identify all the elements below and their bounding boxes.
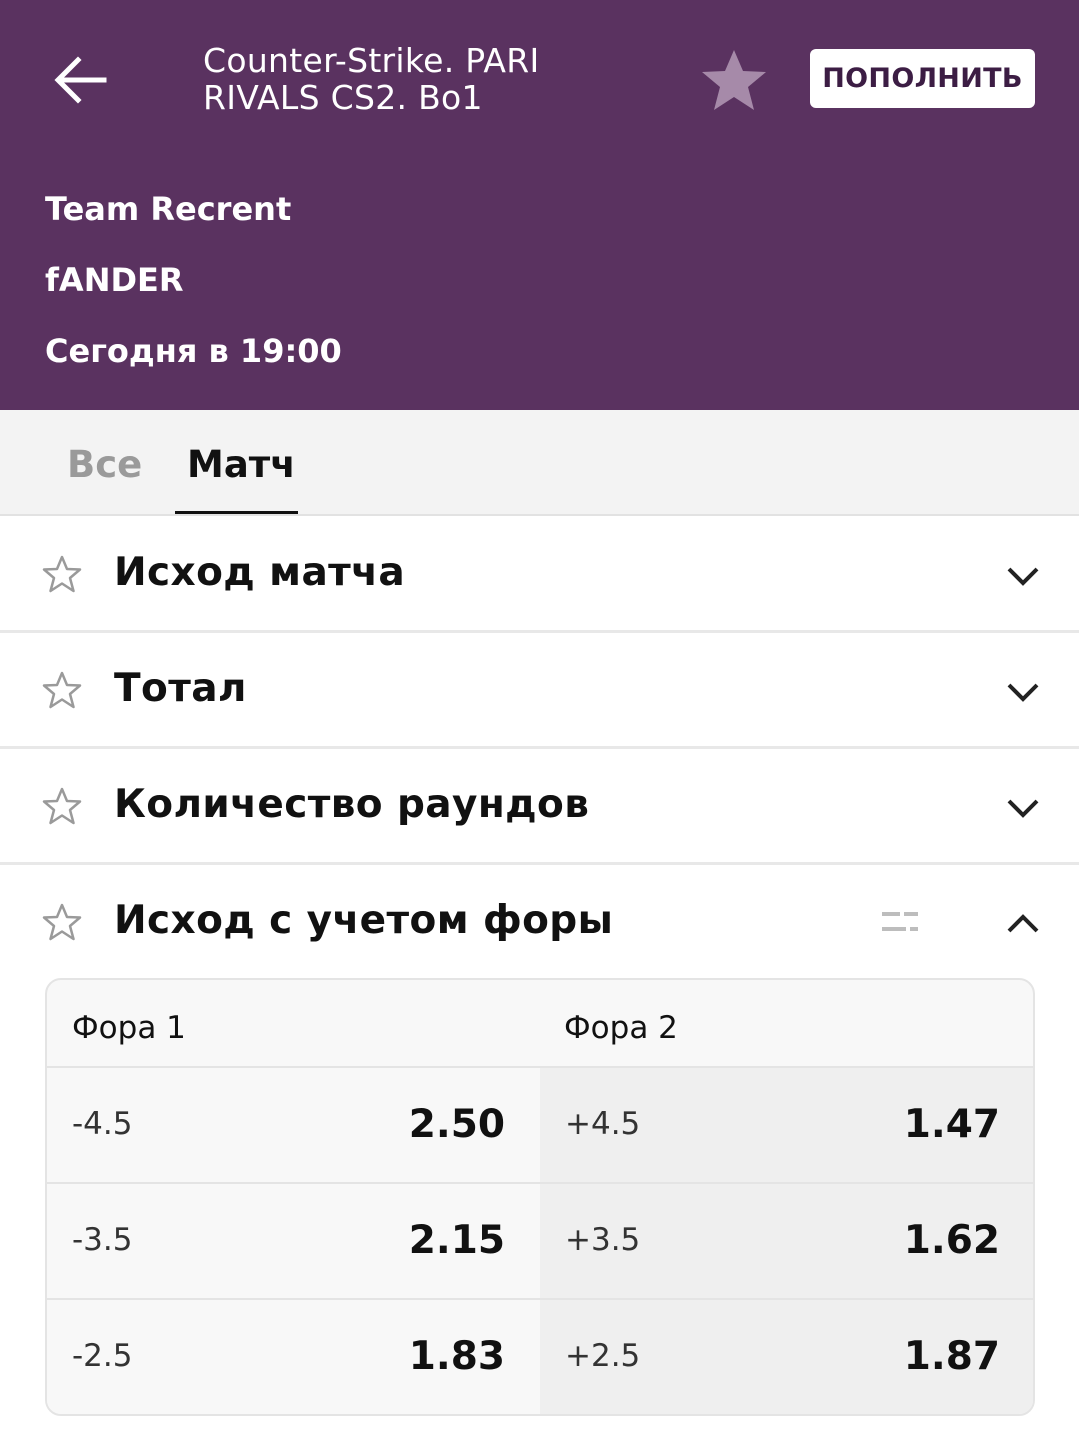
- odds-cell[interactable]: -2.5 1.83: [47, 1300, 540, 1414]
- tab-match[interactable]: Матч: [187, 443, 296, 486]
- coefficient: 2.50: [408, 1102, 505, 1147]
- handicap-value: +4.5: [565, 1106, 641, 1142]
- market-title: Тотал: [114, 666, 247, 711]
- handicap-odds-table: Фора 1 Фора 2 -4.5 2.50 +4.5 1.47 -3.5 2…: [45, 978, 1035, 1416]
- coefficient: 1.62: [903, 1218, 1000, 1263]
- market-rounds-count[interactable]: Количество раундов: [0, 749, 1079, 865]
- team2-name: fANDER: [45, 261, 184, 299]
- column-header-handicap1: Фора 1: [72, 1010, 186, 1046]
- market-title: Количество раундов: [114, 782, 590, 827]
- chevron-up-icon[interactable]: [1003, 903, 1043, 943]
- table-header: Фора 1 Фора 2: [47, 980, 1033, 1068]
- chevron-down-icon[interactable]: [1003, 555, 1043, 595]
- active-tab-indicator: [175, 511, 298, 514]
- odds-cell[interactable]: -4.5 2.50: [47, 1068, 540, 1182]
- handicap-value: -3.5: [72, 1222, 133, 1258]
- match-time: Сегодня в 19:00: [45, 332, 342, 370]
- chevron-down-icon[interactable]: [1003, 671, 1043, 711]
- market-title: Исход матча: [114, 550, 406, 595]
- handicap-value: -2.5: [72, 1338, 133, 1374]
- market-tabs: Все Матч: [0, 410, 1079, 516]
- star-outline-icon[interactable]: [42, 671, 82, 709]
- handicap-value: -4.5: [72, 1106, 133, 1142]
- column-header-handicap2: Фора 2: [564, 1010, 678, 1046]
- market-title: Исход с учетом форы: [114, 898, 614, 943]
- odds-cell[interactable]: -3.5 2.15: [47, 1184, 540, 1298]
- odds-cell[interactable]: +2.5 1.87: [540, 1300, 1033, 1414]
- star-filled-icon: [702, 50, 766, 110]
- market-handicap[interactable]: Исход с учетом форы: [0, 865, 1079, 981]
- page-title: Counter-Strike. PARI RIVALS CS2. Bo1: [203, 41, 540, 117]
- deposit-button[interactable]: ПОПОЛНИТЬ: [810, 49, 1035, 108]
- table-row: -3.5 2.15 +3.5 1.62: [47, 1184, 1033, 1300]
- arrow-left-icon: [54, 56, 107, 104]
- odds-cell[interactable]: +3.5 1.62: [540, 1184, 1033, 1298]
- layout-toggle-icon[interactable]: [878, 901, 922, 945]
- team1-name: Team Recrent: [45, 190, 292, 228]
- back-button[interactable]: [48, 52, 110, 108]
- market-total[interactable]: Тотал: [0, 633, 1079, 749]
- table-row: -4.5 2.50 +4.5 1.47: [47, 1068, 1033, 1184]
- favorite-button[interactable]: [700, 47, 768, 113]
- star-outline-icon[interactable]: [42, 787, 82, 825]
- handicap-value: +3.5: [565, 1222, 641, 1258]
- market-match-result[interactable]: Исход матча: [0, 517, 1079, 633]
- table-row: -2.5 1.83 +2.5 1.87: [47, 1300, 1033, 1414]
- coefficient: 1.47: [903, 1102, 1000, 1147]
- coefficient: 1.83: [408, 1334, 505, 1379]
- handicap-value: +2.5: [565, 1338, 641, 1374]
- star-outline-icon[interactable]: [42, 555, 82, 593]
- tab-all[interactable]: Все: [67, 443, 142, 486]
- coefficient: 1.87: [903, 1334, 1000, 1379]
- match-header: Counter-Strike. PARI RIVALS CS2. Bo1 ПОП…: [0, 0, 1079, 410]
- coefficient: 2.15: [408, 1218, 505, 1263]
- chevron-down-icon[interactable]: [1003, 787, 1043, 827]
- odds-cell[interactable]: +4.5 1.47: [540, 1068, 1033, 1182]
- star-outline-icon[interactable]: [42, 903, 82, 941]
